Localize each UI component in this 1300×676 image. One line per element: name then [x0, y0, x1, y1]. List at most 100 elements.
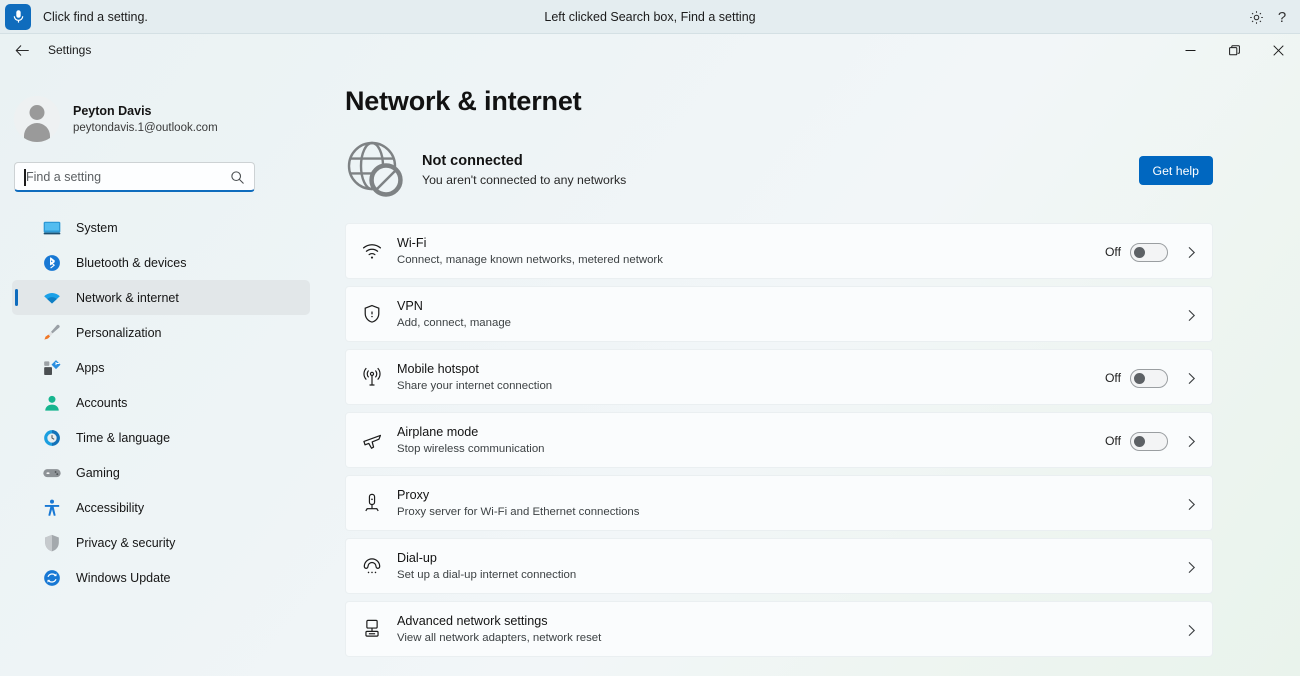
search-input[interactable]: [26, 164, 216, 190]
accessibility-icon: [42, 498, 62, 518]
search-icon: [230, 170, 245, 185]
connection-status: Not connected You aren't connected to an…: [345, 139, 1300, 201]
sidebar-item-label: Privacy & security: [76, 536, 175, 550]
settings-card-advanced-network-settings[interactable]: Advanced network settings View all networ…: [345, 601, 1213, 657]
card-subtitle: Connect, manage known networks, metered …: [397, 253, 663, 268]
settings-card-dial-up[interactable]: Dial-up Set up a dial-up internet connect…: [345, 538, 1213, 594]
clock-globe-icon: [42, 428, 62, 448]
sidebar-item-accounts[interactable]: Accounts: [12, 385, 310, 420]
page-title: Network & internet: [345, 86, 1300, 117]
sidebar-item-label: Bluetooth & devices: [76, 256, 187, 270]
toggle-knob: [1134, 247, 1145, 258]
toggle-state-label: Off: [1105, 245, 1121, 259]
apps-icon: [42, 358, 62, 378]
gamepad-icon: [42, 463, 62, 483]
toggle-switch[interactable]: [1130, 369, 1168, 388]
chevron-right-icon[interactable]: [1182, 243, 1200, 261]
chevron-right-icon[interactable]: [1182, 369, 1200, 387]
account-email: peytondavis.1@outlook.com: [73, 120, 218, 136]
settings-card-vpn[interactable]: VPNAdd, connect, manage: [345, 286, 1213, 342]
toggle-knob: [1134, 373, 1145, 384]
restore-button[interactable]: [1212, 34, 1256, 66]
card-title: Advanced network settings: [397, 613, 601, 629]
card-text: VPNAdd, connect, manage: [397, 298, 511, 331]
toggle-knob: [1134, 436, 1145, 447]
back-button[interactable]: [6, 36, 38, 64]
card-right-controls: Off: [1105, 350, 1200, 406]
sidebar-item-label: Time & language: [76, 431, 170, 445]
bluetooth-icon: [42, 253, 62, 273]
toggle-switch[interactable]: [1130, 243, 1168, 262]
wifi-icon: [360, 239, 384, 263]
sidebar-item-apps[interactable]: Apps: [12, 350, 310, 385]
sidebar-item-network-internet[interactable]: Network & internet: [12, 280, 310, 315]
card-text: Wi-Fi Connect, manage known networks, met…: [397, 235, 663, 268]
card-text: Advanced network settings View all networ…: [397, 613, 601, 646]
chevron-right-icon[interactable]: [1182, 306, 1200, 324]
card-subtitle: Share your internet connection: [397, 379, 552, 394]
person-icon: [42, 393, 62, 413]
chevron-right-icon[interactable]: [1182, 495, 1200, 513]
shield-icon: [42, 533, 62, 553]
window-controls: [1168, 34, 1300, 66]
sidebar: Peyton Davis peytondavis.1@outlook.com S…: [0, 34, 322, 676]
card-title: Dial-up: [397, 550, 576, 566]
advanced-network-icon: [360, 617, 384, 641]
sidebar-nav-list: System Bluetooth & devices Network & inter…: [0, 210, 322, 595]
sidebar-item-label: Accounts: [76, 396, 127, 410]
agent-status-bar: Click find a setting. Left clicked Searc…: [0, 0, 1300, 34]
settings-card-wi-fi[interactable]: Wi-Fi Connect, manage known networks, met…: [345, 223, 1213, 279]
window-titlebar: Settings: [0, 34, 1300, 66]
account-name: Peyton Davis: [73, 103, 218, 119]
status-text: Not connected You aren't connected to an…: [422, 153, 626, 187]
settings-card-proxy[interactable]: ProxyProxy server for Wi-Fi and Ethernet…: [345, 475, 1213, 531]
card-subtitle: Proxy server for Wi-Fi and Ethernet conn…: [397, 505, 639, 520]
airplane-icon: [360, 428, 384, 452]
app-title: Settings: [48, 43, 91, 57]
card-subtitle: Set up a dial-up internet connection: [397, 568, 576, 583]
settings-window: Settings Peyton Davis peytondavis.1@outl…: [0, 34, 1300, 676]
sidebar-item-label: Windows Update: [76, 571, 171, 585]
account-block[interactable]: Peyton Davis peytondavis.1@outlook.com: [14, 96, 322, 142]
card-right-controls: [1182, 602, 1200, 658]
card-text: Mobile hotspotShare your internet connec…: [397, 361, 552, 394]
help-icon[interactable]: ?: [1272, 7, 1292, 27]
chevron-right-icon[interactable]: [1182, 432, 1200, 450]
gear-icon[interactable]: [1246, 7, 1266, 27]
sidebar-item-label: Gaming: [76, 466, 120, 480]
settings-card-list: Wi-Fi Connect, manage known networks, met…: [345, 223, 1213, 657]
card-text: ProxyProxy server for Wi-Fi and Ethernet…: [397, 487, 639, 520]
sidebar-item-privacy-security[interactable]: Privacy & security: [12, 525, 310, 560]
sidebar-item-label: System: [76, 221, 118, 235]
toggle-switch[interactable]: [1130, 432, 1168, 451]
search-box[interactable]: [14, 162, 255, 192]
agent-instruction-text: Click find a setting.: [43, 10, 148, 24]
sidebar-item-label: Accessibility: [76, 501, 144, 515]
card-title: Wi-Fi: [397, 235, 663, 251]
card-right-controls: [1182, 539, 1200, 595]
sidebar-item-gaming[interactable]: Gaming: [12, 455, 310, 490]
globe-blocked-icon: [345, 139, 407, 201]
settings-card-mobile-hotspot[interactable]: Mobile hotspotShare your internet connec…: [345, 349, 1213, 405]
update-icon: [42, 568, 62, 588]
sidebar-item-bluetooth-devices[interactable]: Bluetooth & devices: [12, 245, 310, 280]
chevron-right-icon[interactable]: [1182, 558, 1200, 576]
card-subtitle: Add, connect, manage: [397, 316, 511, 331]
sidebar-item-personalization[interactable]: Personalization: [12, 315, 310, 350]
hotspot-icon: [360, 365, 384, 389]
vpn-shield-icon: [360, 302, 384, 326]
sidebar-item-windows-update[interactable]: Windows Update: [12, 560, 310, 595]
minimize-button[interactable]: [1168, 34, 1212, 66]
settings-card-airplane-mode[interactable]: Airplane modeStop wireless communication…: [345, 412, 1213, 468]
chevron-right-icon[interactable]: [1182, 621, 1200, 639]
avatar: [14, 96, 60, 142]
sidebar-item-accessibility[interactable]: Accessibility: [12, 490, 310, 525]
card-text: Dial-up Set up a dial-up internet connect…: [397, 550, 576, 583]
card-subtitle: View all network adapters, network reset: [397, 631, 601, 646]
get-help-button[interactable]: Get help: [1139, 156, 1214, 185]
close-button[interactable]: [1256, 34, 1300, 66]
sidebar-item-time-language[interactable]: Time & language: [12, 420, 310, 455]
sidebar-item-system[interactable]: System: [12, 210, 310, 245]
card-right-controls: Off: [1105, 413, 1200, 469]
main-content: Network & internet Not connected You are…: [322, 34, 1300, 676]
